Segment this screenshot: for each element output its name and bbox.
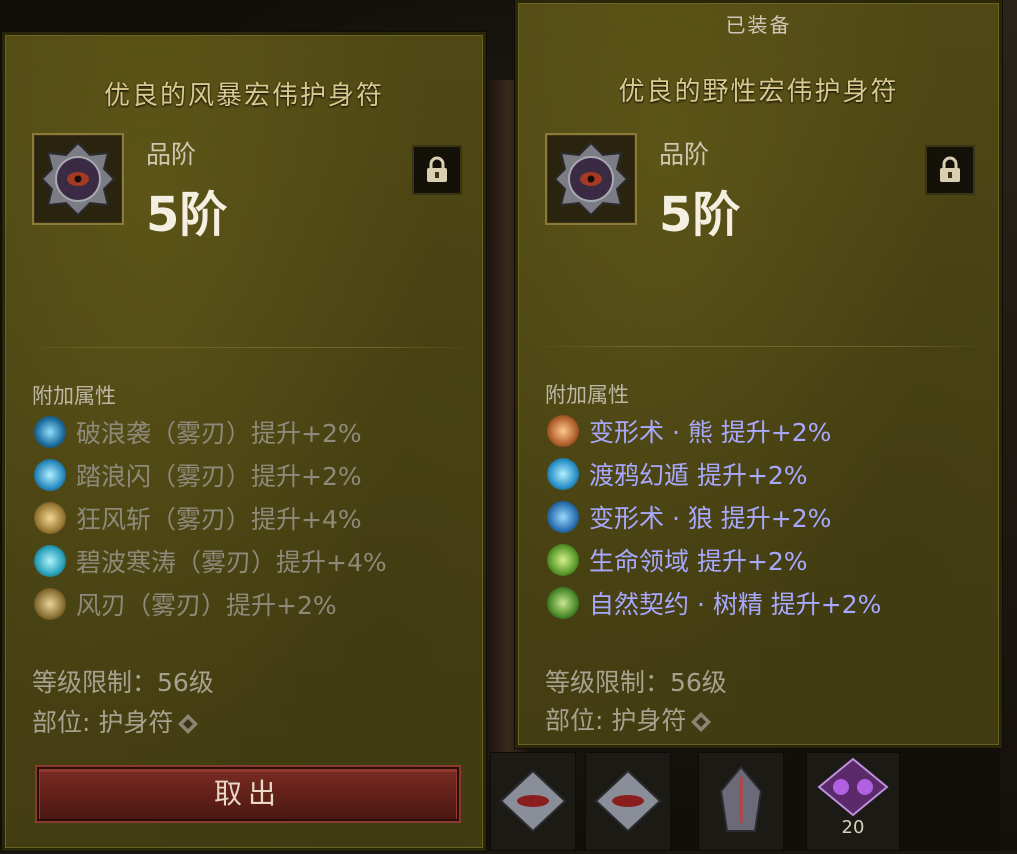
equipped-label: 已装备 bbox=[725, 13, 792, 37]
affix-text: 风刃（雾刃）提升+2% bbox=[76, 591, 337, 620]
raven-icon bbox=[547, 458, 579, 490]
item-slot: 部位: 护身符 bbox=[32, 703, 199, 739]
affix-text: 踏浪闪（雾刃）提升+2% bbox=[76, 462, 362, 491]
item-title: 优良的风暴宏伟护身符 bbox=[103, 81, 384, 111]
background-edge-strip bbox=[1000, 0, 1017, 851]
affix-row: 变形术 · 狼 提升+2% bbox=[545, 497, 989, 540]
level-requirement: 等级限制：56级 bbox=[32, 668, 214, 697]
affix-row: 渡鸦幻遁 提升+2% bbox=[545, 454, 989, 497]
affix-text: 狂风斩（雾刃）提升+4% bbox=[76, 505, 362, 534]
inventory-slot[interactable] bbox=[490, 752, 576, 851]
inventory-slot[interactable] bbox=[585, 752, 671, 851]
item-title: 优良的野性宏伟护身符 bbox=[618, 77, 899, 107]
affix-row: 风刃（雾刃）提升+2% bbox=[32, 584, 473, 627]
bear-form-icon bbox=[547, 415, 579, 447]
affix-row: 自然契约 · 树精 提升+2% bbox=[545, 583, 989, 626]
item-slot-text: 部位: 护身符 bbox=[545, 706, 687, 735]
affix-list: 变形术 · 熊 提升+2% 渡鸦幻遁 提升+2% 变形术 · 狼 提升+2% 生… bbox=[545, 411, 989, 626]
gem-icon bbox=[499, 769, 567, 833]
tier-value: 5阶 bbox=[659, 187, 741, 243]
affix-row: 变形术 · 熊 提升+2% bbox=[545, 411, 989, 454]
affix-text: 碧波寒涛（雾刃）提升+4% bbox=[76, 548, 387, 577]
shard-icon bbox=[719, 765, 763, 832]
gale-slash-icon bbox=[34, 502, 66, 534]
amulet-slot-icon bbox=[178, 714, 199, 734]
padlock-icon bbox=[427, 156, 447, 182]
affix-text: 自然契约 · 树精 提升+2% bbox=[589, 590, 882, 619]
affix-row: 碧波寒涛（雾刃）提升+4% bbox=[32, 541, 473, 584]
life-field-icon bbox=[547, 544, 579, 576]
wind-blade-icon bbox=[34, 588, 66, 620]
affix-text: 变形术 · 狼 提升+2% bbox=[589, 504, 832, 533]
amulet-item-icon bbox=[545, 133, 637, 225]
purple-rune-icon bbox=[817, 757, 889, 817]
lock-button[interactable] bbox=[925, 145, 975, 195]
item-tooltip-equipped: 已装备 优良的野性宏伟护身符 品阶 5阶 附加属性 变形术 · 熊 提升+2% … bbox=[515, 0, 1002, 748]
affix-text: 破浪袭（雾刃）提升+2% bbox=[76, 419, 362, 448]
lock-button[interactable] bbox=[412, 145, 462, 195]
affix-list: 破浪袭（雾刃）提升+2% 踏浪闪（雾刃）提升+2% 狂风斩（雾刃）提升+4% 碧… bbox=[32, 412, 473, 627]
inventory-slot[interactable] bbox=[698, 752, 784, 851]
affix-header: 附加属性 bbox=[32, 384, 116, 408]
divider bbox=[528, 346, 989, 347]
divider bbox=[15, 347, 473, 348]
affix-text: 渡鸦幻遁 提升+2% bbox=[589, 461, 808, 490]
affix-row: 狂风斩（雾刃）提升+4% bbox=[32, 498, 473, 541]
tier-value: 5阶 bbox=[146, 187, 228, 243]
affix-row: 踏浪闪（雾刃）提升+2% bbox=[32, 455, 473, 498]
tier-label: 品阶 bbox=[659, 140, 710, 169]
wave-step-icon bbox=[34, 459, 66, 491]
tier-label: 品阶 bbox=[146, 140, 197, 169]
amulet-item-icon bbox=[32, 133, 124, 225]
wave-strike-icon bbox=[34, 416, 66, 448]
take-out-button[interactable]: 取出 bbox=[35, 765, 461, 823]
padlock-icon bbox=[940, 156, 960, 182]
frost-wave-icon bbox=[34, 545, 66, 577]
affix-row: 生命领域 提升+2% bbox=[545, 540, 989, 583]
wolf-form-icon bbox=[547, 501, 579, 533]
affix-text: 变形术 · 熊 提升+2% bbox=[589, 418, 832, 447]
item-slot-text: 部位: 护身符 bbox=[32, 708, 174, 737]
affix-header: 附加属性 bbox=[545, 383, 629, 407]
inventory-slot[interactable]: 20 bbox=[806, 752, 900, 851]
gem-icon bbox=[594, 769, 662, 833]
affix-row: 破浪袭（雾刃）提升+2% bbox=[32, 412, 473, 455]
item-slot: 部位: 护身符 bbox=[545, 701, 712, 737]
level-requirement: 等级限制：56级 bbox=[545, 668, 727, 697]
treant-icon bbox=[547, 587, 579, 619]
affix-text: 生命领域 提升+2% bbox=[589, 547, 808, 576]
amulet-slot-icon bbox=[691, 712, 712, 732]
stack-count: 20 bbox=[841, 817, 865, 838]
item-tooltip-compare: 优良的风暴宏伟护身符 品阶 5阶 附加属性 破浪袭（雾刃）提升+2% 踏浪闪（雾… bbox=[2, 32, 486, 851]
